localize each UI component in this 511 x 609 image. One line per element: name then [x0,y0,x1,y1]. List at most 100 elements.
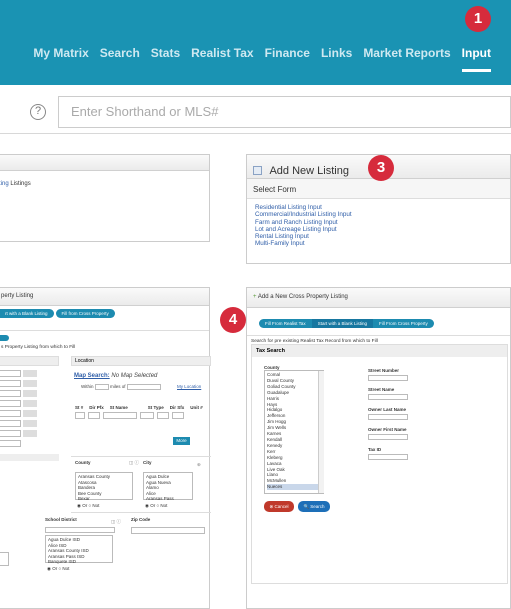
fill-cross-property-pill-right[interactable]: Fill From Cross Property [372,319,434,328]
left-subline: s Property Listing from which to Fill [1,345,76,350]
farm-ranch-input-link[interactable]: Farm and Ranch Listing Input [255,219,510,226]
not-label: Not [92,503,100,508]
street-name-input[interactable] [368,394,408,400]
street-number-input[interactable] [368,375,408,381]
school-icons: ◫ ⓘ [111,519,122,524]
nav-realist-tax[interactable]: Realist Tax [191,46,253,72]
left-pill-row: rt with a Blank Listing Fill from Cross P… [0,306,209,318]
search-button[interactable]: 🔍 Search [298,501,330,512]
map-selected-text: No Map Selected [111,373,158,379]
shorthand-search-row: ? Enter Shorthand or MLS# [0,94,511,134]
county-listbox[interactable]: Aransas County Atascosa Bandera Bee Coun… [75,472,133,502]
tax-id-label: Tax ID [368,447,382,452]
nav-links[interactable]: Links [321,46,352,72]
tax-search-header: Tax Search [252,345,507,357]
or-label: Or [82,503,88,508]
rental-input-link[interactable]: Rental Listing Input [255,233,510,240]
step-badge-3: 3 [368,155,394,181]
owner-first-name-label: Owner First Name [368,427,407,432]
start-blank-listing-pill[interactable]: Start with a Blank Listing [311,319,373,328]
listings-link[interactable]: ting [0,181,9,187]
street-inputs [75,412,184,419]
step-badge-1: 1 [465,6,491,32]
shorthand-search-input[interactable]: Enter Shorthand or MLS# [58,96,511,128]
or-label: Or [52,566,58,571]
school-option[interactable]: Banquete ISD [48,559,110,565]
main-nav: My Matrix Search Stats Realist Tax Finan… [0,46,511,72]
fill-realist-tax-pill[interactable]: Fill From Realist Tax [259,319,312,328]
left-small-button[interactable] [0,335,9,341]
county-or-not[interactable]: ◉ Or ○ Not [77,503,99,509]
cancel-button[interactable]: ⊗ Cancel [264,501,294,512]
nav-finance[interactable]: Finance [265,46,310,72]
my-location-link[interactable]: My Location [177,384,201,389]
tax-id-input[interactable] [368,454,408,460]
city-option[interactable]: Aransas Pass [146,496,190,502]
fill-cross-property-pill[interactable]: Fill from Cross Property [55,309,115,318]
unit-num-label: Unit # [190,405,203,410]
search-label: Search [310,504,325,509]
listing-form-links: Residential Listing Input Commercial/Ind… [247,199,510,248]
select-form-label: Select Form [247,179,510,199]
location-header: Location [71,356,211,366]
cross-property-header-right: + Add a New Cross Property Listing [247,288,510,308]
plus-icon: + [253,294,257,300]
city-or-not[interactable]: ◉ Or ○ Not [145,503,167,509]
within-row: Within miles of [81,384,161,390]
street-number-label: Street Number [368,368,400,373]
city-icons: ⊕ [197,462,201,467]
right-subline: Search for pre existing Realist Tax Reco… [247,335,510,344]
listings-label: Listings [10,181,31,187]
st-name-label: St Name [109,405,128,410]
county-option[interactable]: Bexar [78,496,130,502]
help-icon[interactable]: ? [30,104,46,120]
blank-listing-pill[interactable]: rt with a Blank Listing [0,309,54,318]
county-label: County [75,460,91,465]
within-label: Within [81,384,94,390]
cross-property-panel-left: perty Listing rt with a Blank Listing Fil… [0,287,211,609]
residential-input-link[interactable]: Residential Listing Input [255,204,510,211]
nav-input[interactable]: Input [462,46,491,72]
nav-search[interactable]: Search [100,46,140,72]
street-columns: St # Dir Pfx St Name St Type Dir Sfx Uni… [75,405,203,410]
st-num-label: St # [75,405,84,410]
not-label: Not [62,566,70,571]
city-listbox[interactable]: Agua Dulce Agua Nueva Alamo Alice Aransa… [143,472,193,502]
zip-code-label: Zip Code [131,517,151,522]
multi-family-input-link[interactable]: Multi-Family Input [255,240,510,247]
school-filter-input[interactable] [45,527,115,533]
school-or-not[interactable]: ◉ Or ○ Not [47,566,69,572]
lot-acreage-input-link[interactable]: Lot and Acreage Listing Input [255,226,510,233]
step-badge-4: 4 [220,307,246,333]
left-listings-panel: ting Listings [0,154,210,242]
listings-link-row[interactable]: ting Listings [0,181,31,187]
nav-stats[interactable]: Stats [151,46,180,72]
city-label: City [143,460,152,465]
miles-of-label: miles of [110,384,126,390]
owner-first-name-input[interactable] [368,434,408,440]
county-option-selected[interactable]: Nueces [267,484,321,491]
dir-pfx-label: Dir Pfx [89,405,104,410]
location-input[interactable] [126,384,161,390]
cross-property-panel-right: + Add a New Cross Property Listing Fill … [246,287,511,609]
left-panel-header [0,155,209,171]
street-name-label: Street Name [368,387,395,392]
commercial-input-link[interactable]: Commercial/Industrial Listing Input [255,211,510,218]
owner-last-name-input[interactable] [368,414,408,420]
more-button[interactable]: More [173,437,190,445]
st-type-label: St Type [147,405,164,410]
nav-market-reports[interactable]: Market Reports [363,46,450,72]
nav-my-matrix[interactable]: My Matrix [33,46,88,72]
top-nav-bar [0,0,511,85]
school-district-listbox[interactable]: Agua Dulce ISD Alice ISD Aransas County … [45,535,113,565]
tax-county-listbox[interactable]: Comal Duval County Goliad County Guadalu… [264,370,324,494]
dir-sfx-label: Dir Sfx [169,405,185,410]
map-search-link[interactable]: Map Search: [74,373,110,379]
cancel-label: Cancel [274,504,289,509]
zip-code-input[interactable] [131,527,205,534]
add-listing-title: Add New Listing [269,165,349,177]
within-input[interactable] [94,384,109,390]
cross-property-title: Add a New Cross Property Listing [257,294,348,300]
county-icons: ◫ ⓘ [129,460,140,465]
county-scrollbar[interactable] [318,371,324,493]
